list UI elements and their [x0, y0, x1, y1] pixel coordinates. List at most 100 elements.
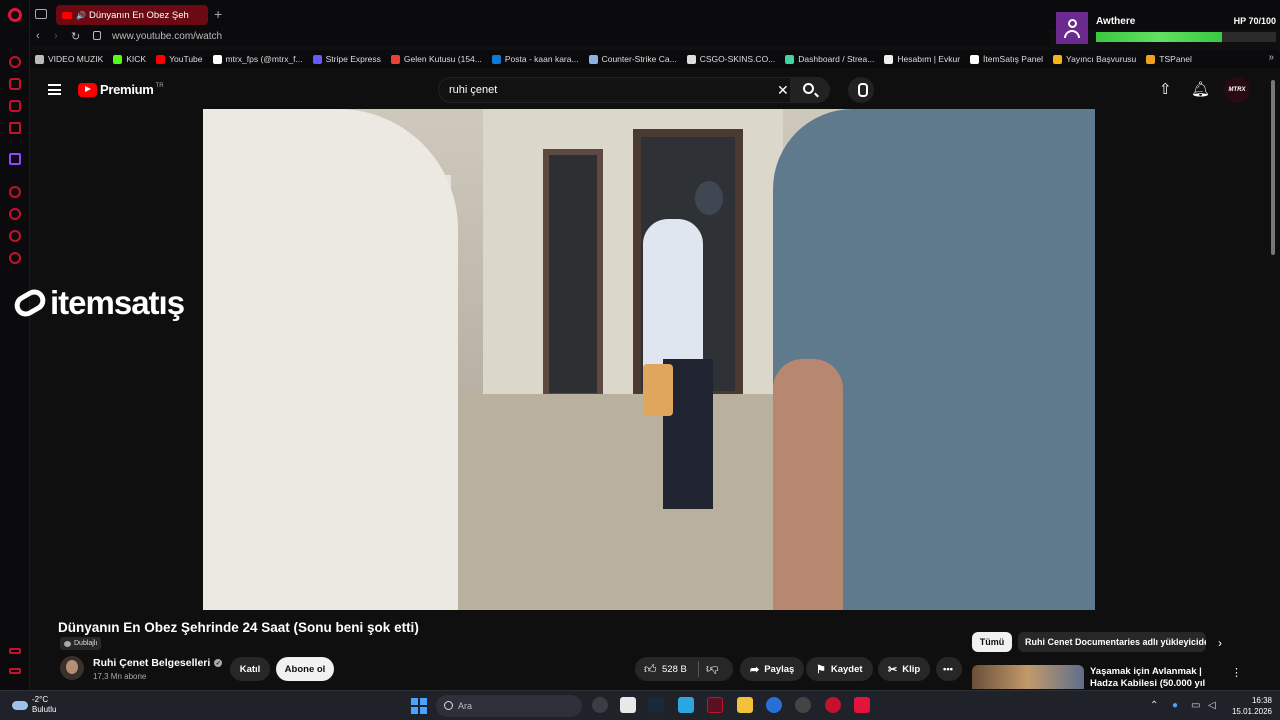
- stream-app-icon[interactable]: [707, 697, 723, 713]
- bookmark-item[interactable]: YouTube: [151, 54, 207, 64]
- channel-name[interactable]: Ruhi Çenet Belgeselleri: [93, 657, 210, 669]
- twitch-icon[interactable]: [9, 153, 21, 165]
- bookmark-item[interactable]: Yayıncı Başvurusu: [1048, 54, 1141, 64]
- reload-icon[interactable]: ↻: [71, 30, 80, 43]
- taskbar-search-placeholder: Ara: [458, 701, 473, 711]
- subscribe-button[interactable]: Abone ol: [276, 657, 334, 681]
- url-field[interactable]: www.youtube.com/watch: [112, 31, 222, 42]
- bookmark-item[interactable]: mtrx_fps (@mtrx_f...: [208, 54, 308, 64]
- bookmark-item[interactable]: İtemSatış Panel: [965, 54, 1048, 64]
- account-avatar[interactable]: MTRX: [1224, 77, 1250, 103]
- clock-icon[interactable]: [9, 208, 21, 220]
- forward-icon[interactable]: ›: [54, 30, 58, 42]
- file-explorer-icon[interactable]: [737, 697, 753, 713]
- clip-button[interactable]: ✂ Klip: [878, 657, 931, 681]
- menu-icon[interactable]: [48, 84, 61, 95]
- tiktok-icon: [212, 54, 222, 64]
- clock[interactable]: 16:38 15.01.2026: [1228, 695, 1272, 717]
- share-button[interactable]: ➦ Paylaş: [740, 657, 805, 681]
- opera-logo-icon[interactable]: [8, 8, 22, 22]
- speaker-icon[interactable]: 🔊: [76, 11, 86, 20]
- browser-app-icon[interactable]: [766, 697, 782, 713]
- network-icon[interactable]: ▭: [1191, 700, 1200, 711]
- bookmark-item[interactable]: Dashboard / Strea...: [780, 54, 879, 64]
- page-scrollbar[interactable]: [1271, 80, 1275, 255]
- save-button[interactable]: ⚑ Kaydet: [806, 657, 873, 681]
- clear-search-icon[interactable]: ✕: [777, 82, 789, 99]
- steam-icon[interactable]: [648, 697, 664, 713]
- chevron-right-icon[interactable]: ›: [1218, 636, 1222, 650]
- weather-widget[interactable]: -2°C Bulutlu: [12, 695, 56, 715]
- tray-chevron-icon[interactable]: ⌃: [1150, 700, 1158, 711]
- tspanel-icon: [1146, 54, 1156, 64]
- youtube-play-icon: [78, 82, 97, 97]
- youtube-header: Premium TR ruhi çenet ✕ ⇧ 🔔︎ MTRX: [30, 70, 1270, 110]
- windows-start-icon[interactable]: [411, 698, 427, 714]
- bookmark-label: Posta - kaan kara...: [504, 54, 579, 64]
- lock-icon[interactable]: [93, 31, 101, 40]
- dub-icon: [64, 640, 71, 647]
- like-count[interactable]: 528 B: [662, 664, 687, 675]
- bookmarks-more-icon[interactable]: »: [1268, 52, 1274, 63]
- app-icon[interactable]: [678, 697, 694, 713]
- messenger-icon[interactable]: [9, 100, 21, 112]
- back-icon[interactable]: ‹: [36, 30, 40, 42]
- history-back-icon[interactable]: [9, 56, 21, 68]
- chatgpt-icon[interactable]: [795, 697, 811, 713]
- bookmark-item[interactable]: Stripe Express: [308, 54, 386, 64]
- tab-active[interactable]: 🔊 Dünyanın En Obez Şeh: [56, 5, 208, 25]
- more-icon[interactable]: [9, 648, 21, 654]
- search-button[interactable]: [790, 77, 830, 103]
- bookmark-label: TSPanel: [1159, 54, 1192, 64]
- chip-uploader[interactable]: Ruhi Cenet Documentaries adlı yükleyicid…: [1018, 632, 1206, 652]
- channel-name-row[interactable]: Ruhi Çenet Belgeselleri ✓: [93, 657, 223, 669]
- join-button[interactable]: Katıl: [230, 657, 270, 681]
- outlook-icon: [491, 54, 501, 64]
- valorant-icon[interactable]: [854, 697, 870, 713]
- bookmark-item[interactable]: Posta - kaan kara...: [487, 54, 584, 64]
- upload-icon[interactable]: ⇧: [1159, 80, 1172, 98]
- youtube-logo[interactable]: Premium TR: [78, 82, 164, 97]
- aria-icon[interactable]: [9, 78, 21, 90]
- recommended-title[interactable]: Yaşamak için Avlanmak | Hadza Kabilesi (…: [1090, 666, 1230, 690]
- recommended-menu-icon[interactable]: ⋮: [1231, 666, 1242, 679]
- settings-icon[interactable]: [9, 252, 21, 264]
- dislike-icon[interactable]: 👍︎: [706, 661, 719, 676]
- taskbar-search[interactable]: Ara: [436, 695, 582, 717]
- date: 15.01.2026: [1231, 707, 1272, 716]
- bookmark-label: Dashboard / Strea...: [798, 54, 875, 64]
- chip-all[interactable]: Tümü: [972, 632, 1012, 652]
- bookmark-item[interactable]: Gelen Kutusu (154...: [386, 54, 487, 64]
- more-actions-button[interactable]: •••: [936, 657, 962, 681]
- bookmark-item[interactable]: VIDEO MUZIK: [30, 54, 108, 64]
- weather-condition: Bulutlu: [32, 705, 57, 714]
- bookmark-item[interactable]: Hesabım | Evkur: [879, 54, 965, 64]
- mic-tray-icon[interactable]: ●: [1172, 700, 1178, 711]
- gmail-icon: [390, 54, 400, 64]
- like-icon[interactable]: 👍︎: [644, 662, 657, 677]
- bookmark-item[interactable]: KICK: [108, 54, 151, 64]
- new-tab-icon[interactable]: +: [214, 7, 222, 21]
- watermark-text: itemsatış: [50, 284, 185, 321]
- channel-avatar[interactable]: [60, 656, 84, 680]
- search-box[interactable]: ruhi çenet ✕: [438, 77, 818, 103]
- steam-icon: [588, 54, 598, 64]
- volume-icon[interactable]: ◁: [1208, 700, 1216, 711]
- refresh-icon[interactable]: [9, 230, 21, 242]
- bookmark-item[interactable]: Counter-Strike Ca...: [584, 54, 682, 64]
- task-view-icon[interactable]: [620, 697, 636, 713]
- voice-search-icon[interactable]: [848, 77, 874, 103]
- workspace-icon[interactable]: [35, 9, 47, 19]
- opera-gx-icon[interactable]: [825, 697, 841, 713]
- bell-icon[interactable]: 🔔︎: [1191, 80, 1210, 98]
- wallet-icon[interactable]: [9, 122, 21, 134]
- search-input[interactable]: ruhi çenet: [449, 84, 497, 96]
- video-player[interactable]: [203, 109, 1095, 610]
- bookmark-item[interactable]: TSPanel: [1141, 54, 1197, 64]
- video-arm: [773, 359, 843, 610]
- bookmark-item[interactable]: CSGO-SKINS.CO...: [682, 54, 781, 64]
- player-icon[interactable]: [9, 186, 21, 198]
- recommended-thumbnail[interactable]: [972, 665, 1084, 689]
- copilot-icon[interactable]: [592, 697, 608, 713]
- more-icon-2[interactable]: [9, 668, 21, 674]
